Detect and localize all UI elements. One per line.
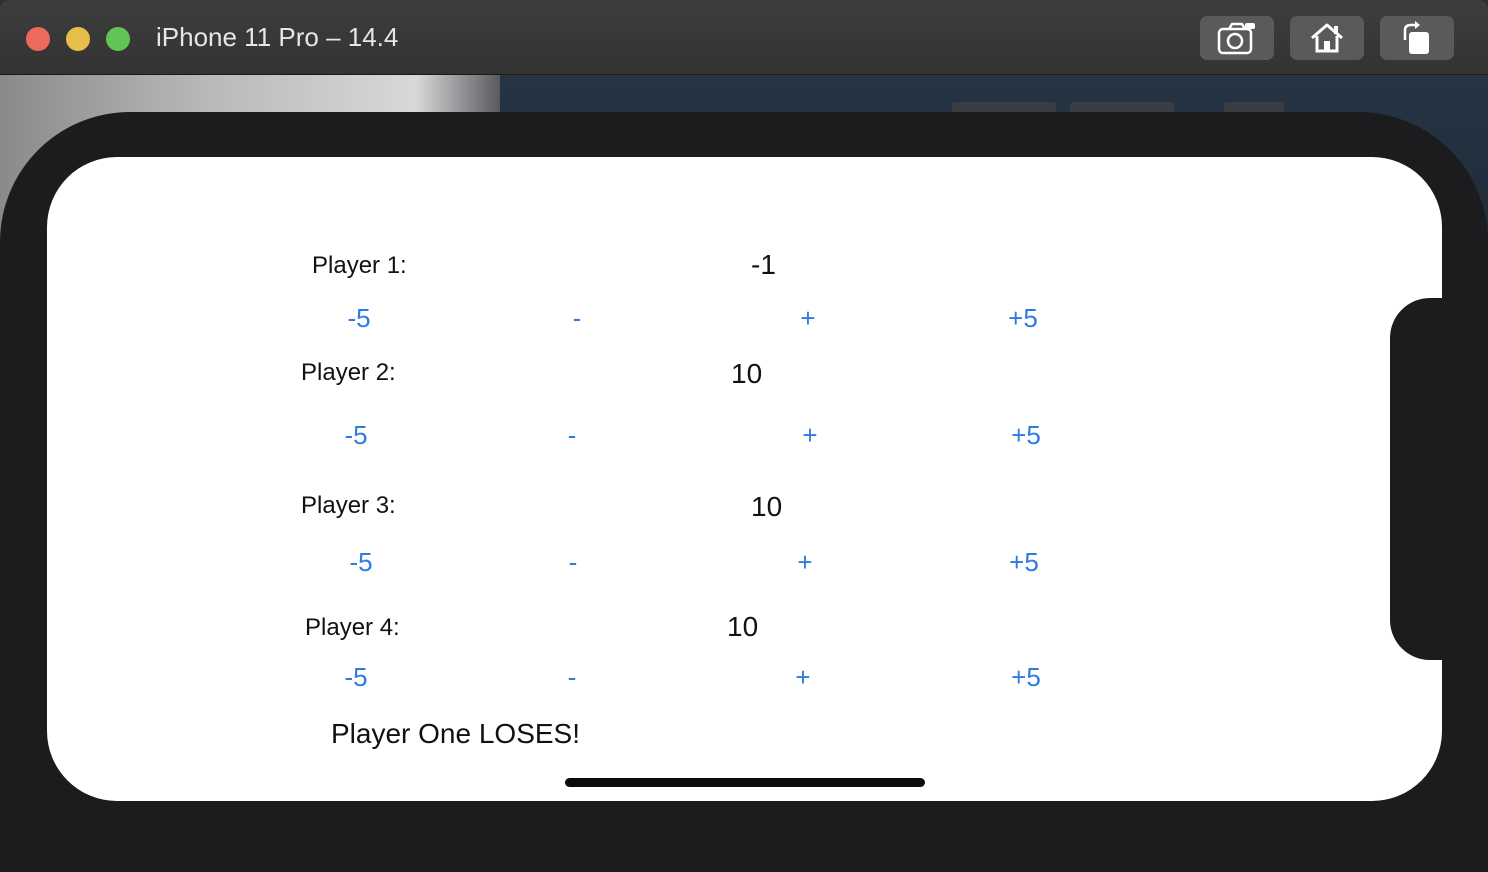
home-indicator[interactable]: [565, 778, 925, 787]
player-4-plus-one-button[interactable]: +: [795, 662, 810, 693]
player-2-score: 10: [731, 358, 763, 389]
player-1-minus-five-button[interactable]: -5: [347, 303, 370, 334]
player-3-minus-five-button[interactable]: -5: [349, 547, 372, 578]
player-2-minus-five-button[interactable]: -5: [344, 420, 367, 451]
game-result-label: Player One LOSES!: [331, 718, 581, 749]
player-3-plus-five-button[interactable]: +5: [1009, 547, 1039, 578]
camera-icon: [1217, 21, 1257, 55]
player-1-minus-one-button[interactable]: -: [573, 303, 582, 334]
player-2-minus-one-button[interactable]: -: [568, 420, 577, 451]
player-4-label: Player 4:: [305, 614, 400, 641]
simulator-title-bar: iPhone 11 Pro – 14.4: [0, 0, 1488, 75]
player-2-plus-five-button[interactable]: +5: [1011, 420, 1041, 451]
window-title: iPhone 11 Pro – 14.4: [156, 22, 399, 52]
close-window-button[interactable]: [26, 27, 50, 51]
device-notch: [1390, 298, 1450, 660]
player-1-score: -1: [751, 249, 776, 280]
player-1-label: Player 1:: [312, 252, 407, 279]
device-screen: [47, 157, 1442, 801]
player-4-plus-five-button[interactable]: +5: [1011, 662, 1041, 693]
home-button[interactable]: [1290, 16, 1364, 60]
player-3-minus-one-button[interactable]: -: [569, 547, 578, 578]
player-3-score: 10: [751, 491, 783, 522]
home-icon: [1309, 22, 1345, 54]
player-2-label: Player 2:: [301, 359, 396, 386]
rotate-button[interactable]: [1380, 16, 1454, 60]
rotate-icon: [1399, 20, 1435, 56]
zoom-window-button[interactable]: [106, 27, 130, 51]
screenshot-button[interactable]: [1200, 16, 1274, 60]
player-4-minus-one-button[interactable]: -: [568, 662, 577, 693]
player-3-label: Player 3:: [301, 492, 396, 519]
player-3-plus-one-button[interactable]: +: [797, 547, 812, 578]
minimize-window-button[interactable]: [66, 27, 90, 51]
player-2-plus-one-button[interactable]: +: [802, 420, 817, 451]
player-4-minus-five-button[interactable]: -5: [344, 662, 367, 693]
player-1-plus-one-button[interactable]: +: [800, 303, 815, 334]
player-4-score: 10: [727, 611, 759, 642]
player-1-plus-five-button[interactable]: +5: [1008, 303, 1038, 334]
